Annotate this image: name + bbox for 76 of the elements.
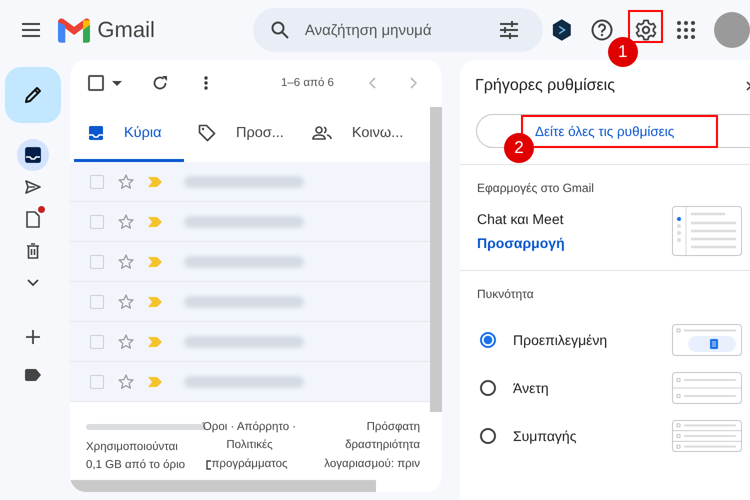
hexagon-app-icon[interactable] — [552, 18, 572, 42]
settings-icon — [634, 19, 657, 41]
category-tab[interactable]: Προσ... — [184, 106, 298, 162]
grid-icon — [676, 21, 695, 39]
panel-title: Γρήγορες ρυθμίσεις — [475, 77, 615, 95]
star-icon[interactable] — [118, 374, 134, 389]
send-icon — [25, 180, 41, 194]
chevron-down-icon — [27, 279, 39, 287]
density-preview-drawing — [672, 372, 742, 404]
section-heading: Πυκνότητα — [477, 287, 535, 301]
search-input[interactable]: Αναζήτηση μηνυμά — [302, 20, 485, 40]
option-label: Άνετη — [513, 380, 550, 396]
radio-button[interactable] — [480, 380, 496, 396]
density-preview-drawing — [672, 324, 742, 356]
avatar[interactable] — [714, 12, 750, 48]
section-heading: Εφαρμογές στο Gmail — [477, 181, 595, 195]
filter-sliders-icon[interactable] — [498, 21, 519, 39]
search-icon — [270, 21, 289, 39]
category-tab[interactable]: Κοινω... — [298, 106, 418, 162]
storage-text: Χρησιμοποιούνται 0,1 GB από το όριο — [86, 440, 186, 474]
importance-marker-icon[interactable] — [148, 336, 162, 346]
setting-label: Chat και Meet — [477, 211, 565, 227]
inbox-icon — [88, 124, 104, 140]
tag-icon — [198, 124, 216, 142]
page-range: 1–6 από 6 — [281, 77, 334, 89]
row-checkbox[interactable] — [90, 294, 104, 308]
importance-marker-icon[interactable] — [148, 296, 162, 306]
people-icon — [312, 126, 332, 140]
option-label: Συμπαγής — [513, 428, 578, 444]
step-badge: 2 — [504, 133, 534, 163]
star-icon[interactable] — [118, 334, 134, 349]
caret-icon[interactable] — [112, 80, 122, 86]
more-vertical-icon[interactable] — [204, 76, 208, 90]
importance-marker-icon[interactable] — [148, 176, 162, 186]
search-field[interactable]: Αναζήτηση μηνυμά — [252, 8, 543, 52]
pencil-icon — [23, 85, 43, 105]
star-icon[interactable] — [118, 254, 134, 269]
settings-button[interactable] — [632, 17, 659, 43]
layout-preview-drawing — [672, 206, 742, 256]
vertical-scrollbar[interactable] — [430, 107, 442, 412]
select-checkbox[interactable] — [88, 75, 104, 91]
star-icon[interactable] — [118, 214, 134, 229]
step-badge: 1 — [608, 37, 638, 67]
policy-links[interactable]: Όροι · Απόρρητο · Πολιτικές προγράμματος — [202, 418, 298, 474]
row-checkbox[interactable] — [90, 174, 104, 188]
help-icon — [591, 19, 614, 41]
star-icon[interactable] — [118, 294, 134, 309]
row-checkbox[interactable] — [90, 374, 104, 388]
chevron-right-icon[interactable] — [410, 77, 418, 89]
density-preview-drawing — [672, 420, 742, 452]
nav-item[interactable] — [17, 139, 49, 171]
help-button[interactable] — [590, 17, 614, 43]
customize-link[interactable]: Προσαρμογή — [477, 235, 565, 251]
label-icon — [25, 369, 41, 381]
importance-marker-icon[interactable] — [148, 216, 162, 226]
menu-icon — [21, 23, 42, 37]
inbox-icon — [25, 147, 41, 163]
compose-button[interactable] — [5, 67, 61, 123]
row-checkbox[interactable] — [90, 254, 104, 268]
document-icon — [26, 210, 40, 228]
envelope-logo-icon — [58, 16, 90, 44]
app-name: Gmail — [97, 17, 155, 43]
importance-marker-icon[interactable] — [148, 256, 162, 266]
radio-button[interactable] — [480, 428, 496, 444]
row-checkbox[interactable] — [90, 334, 104, 348]
option-label: Προεπιλεγμένη — [513, 332, 608, 348]
plus-icon — [26, 330, 40, 344]
refresh-icon[interactable] — [152, 75, 168, 91]
row-checkbox[interactable] — [90, 214, 104, 228]
trash-icon — [26, 243, 40, 259]
star-icon[interactable] — [118, 174, 134, 189]
activity-text: Πρόσφατη δραστηριότητα λογαριασμού: πριν — [323, 420, 420, 472]
horizontal-scrollbar[interactable] — [70, 480, 376, 492]
chevron-left-icon[interactable] — [368, 77, 376, 89]
importance-marker-icon[interactable] — [148, 376, 162, 386]
radio-button[interactable] — [480, 332, 496, 348]
